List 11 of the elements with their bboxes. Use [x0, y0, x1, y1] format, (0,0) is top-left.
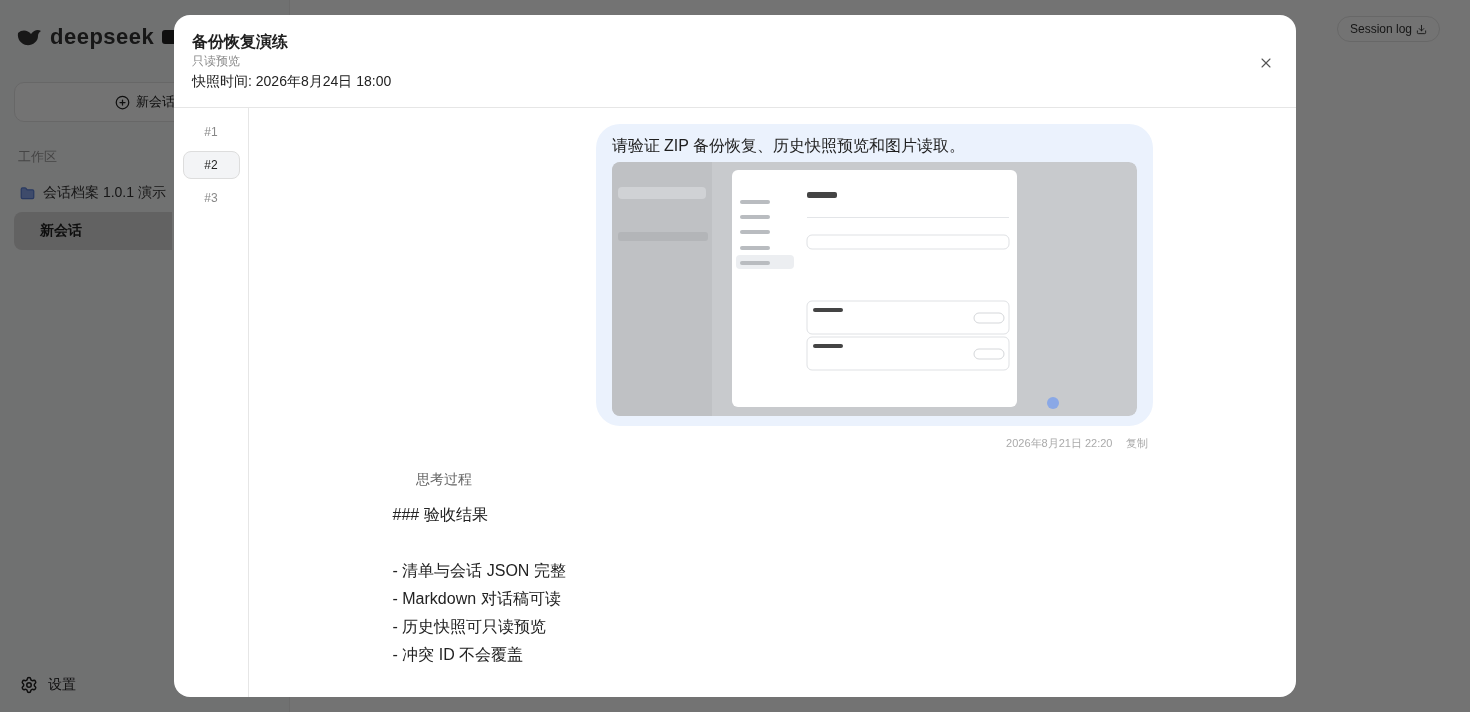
- answer-line: - Markdown 对话稿可读: [392, 589, 562, 609]
- dialog-subtitle: 只读预览: [192, 53, 241, 69]
- answer-line: - 历史快照可只读预览: [392, 617, 548, 637]
- message-time: 2026年8月21日 22:20: [1006, 436, 1113, 451]
- logo-text: deepseek: [50, 24, 155, 50]
- answer-line: - 清单与会话 JSON 完整: [392, 561, 567, 581]
- answer-heading: ### 验收结果: [392, 505, 489, 525]
- message-text: 请验证 ZIP 备份恢复、历史快照预览和图片读取。: [611, 136, 966, 156]
- folder-name: 会话档案 1.0.1 演示: [43, 184, 166, 202]
- dialog-title: 备份恢复演练: [192, 32, 289, 52]
- answer-line: - 冲突 ID 不会覆盖: [392, 645, 525, 665]
